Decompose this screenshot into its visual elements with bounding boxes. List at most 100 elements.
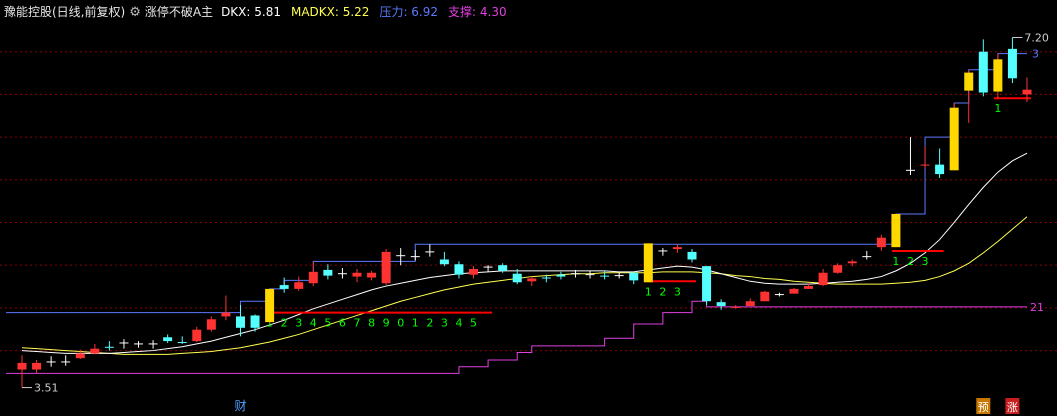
candle: [469, 266, 479, 279]
candle-body: [279, 285, 289, 289]
count-label: 1: [412, 317, 419, 330]
low-price-label: 3.51: [34, 382, 59, 395]
madkx-line: [21, 216, 1028, 355]
candle-body: [993, 59, 1003, 92]
count-label: 1: [994, 102, 1001, 115]
candle: [629, 271, 639, 285]
candle-body: [687, 251, 697, 260]
candle-body: [323, 269, 333, 276]
candle-body: [541, 277, 551, 279]
candle: [964, 69, 974, 123]
count-label: 8: [368, 317, 375, 330]
candle: [993, 53, 1003, 100]
candle: [702, 266, 712, 306]
candle: [46, 356, 56, 367]
candle: [643, 243, 653, 283]
count-label: 3: [441, 317, 448, 330]
count-label: 4: [310, 317, 317, 330]
candle: [789, 287, 799, 294]
candle: [876, 234, 886, 251]
candle: [104, 341, 114, 351]
candle: [585, 270, 595, 279]
candle-body: [352, 272, 362, 277]
candle-body: [75, 353, 85, 359]
count-label: 2: [426, 317, 433, 330]
count-label: 3: [674, 285, 681, 298]
candle-body: [527, 278, 537, 282]
candle-body: [454, 264, 464, 275]
candle-body: [556, 274, 566, 277]
count-label: 2: [659, 285, 666, 298]
candle: [905, 137, 915, 176]
candle: [294, 276, 304, 291]
candle-body: [163, 337, 173, 342]
candle: [134, 341, 144, 348]
candle-body: [716, 302, 726, 306]
candle: [148, 340, 158, 349]
candle-body: [1022, 89, 1032, 95]
count-label: 7: [354, 317, 361, 330]
count-label: 2: [281, 317, 288, 330]
candle-body: [789, 288, 799, 294]
candle: [935, 148, 945, 178]
count-label: 1: [892, 255, 899, 268]
event-marker-label: 预: [978, 401, 989, 414]
candle: [760, 290, 770, 302]
candle: [119, 339, 129, 349]
candle: [206, 316, 216, 332]
support-end-label: 21: [1030, 301, 1044, 314]
candle: [221, 295, 231, 321]
candle-body: [235, 316, 245, 328]
candle-body: [731, 306, 741, 308]
candle-body: [439, 259, 449, 265]
candle: [61, 355, 71, 366]
support-line: [6, 300, 1027, 374]
candle: [337, 268, 347, 279]
candle-body: [920, 164, 930, 166]
candle-body: [818, 272, 828, 286]
count-label: 4: [455, 317, 462, 330]
candle-body: [702, 266, 712, 302]
candle-body: [643, 243, 653, 283]
candle: [381, 249, 391, 286]
candle-body: [891, 213, 901, 248]
candle-body: [17, 362, 27, 370]
candle: [891, 213, 901, 248]
count-label: 3: [922, 255, 929, 268]
candle-body: [847, 261, 857, 264]
candle-body: [498, 265, 508, 271]
candle-body: [964, 72, 974, 91]
count-label: 5: [470, 317, 477, 330]
dkx-line: [21, 152, 1028, 354]
candle: [600, 270, 610, 280]
candle-body: [1007, 48, 1017, 79]
candle-body: [629, 272, 639, 281]
candlestick-chart[interactable]: 1 2 3 4 5 6 7 8 9 0 1 2 3 4 51 2 31 2 313217.203.51财预涨: [0, 0, 1057, 416]
count-label: 5: [324, 317, 331, 330]
count-label: 1: [645, 285, 652, 298]
candle-body: [250, 315, 260, 328]
candle-body: [745, 301, 755, 306]
candle-body: [978, 51, 988, 93]
count-label: 9: [383, 317, 390, 330]
candle: [163, 334, 173, 343]
candle: [396, 248, 406, 266]
candle-body: [600, 275, 610, 277]
candle: [818, 268, 828, 287]
count-label: 3: [295, 317, 302, 330]
candle-body: [265, 288, 275, 323]
candle: [90, 343, 100, 355]
candle-body: [804, 286, 814, 289]
candle: [672, 244, 682, 253]
count-label: 2: [907, 255, 914, 268]
candle: [1007, 37, 1017, 84]
candle-body: [308, 271, 318, 284]
candle-body: [104, 346, 114, 348]
event-marker-finance: 财: [234, 399, 246, 413]
candle: [731, 305, 741, 309]
candle: [454, 261, 464, 279]
high-price-label: 7.20: [1024, 31, 1049, 44]
candle: [235, 305, 245, 337]
candle-body: [512, 273, 522, 283]
candle: [745, 298, 755, 306]
